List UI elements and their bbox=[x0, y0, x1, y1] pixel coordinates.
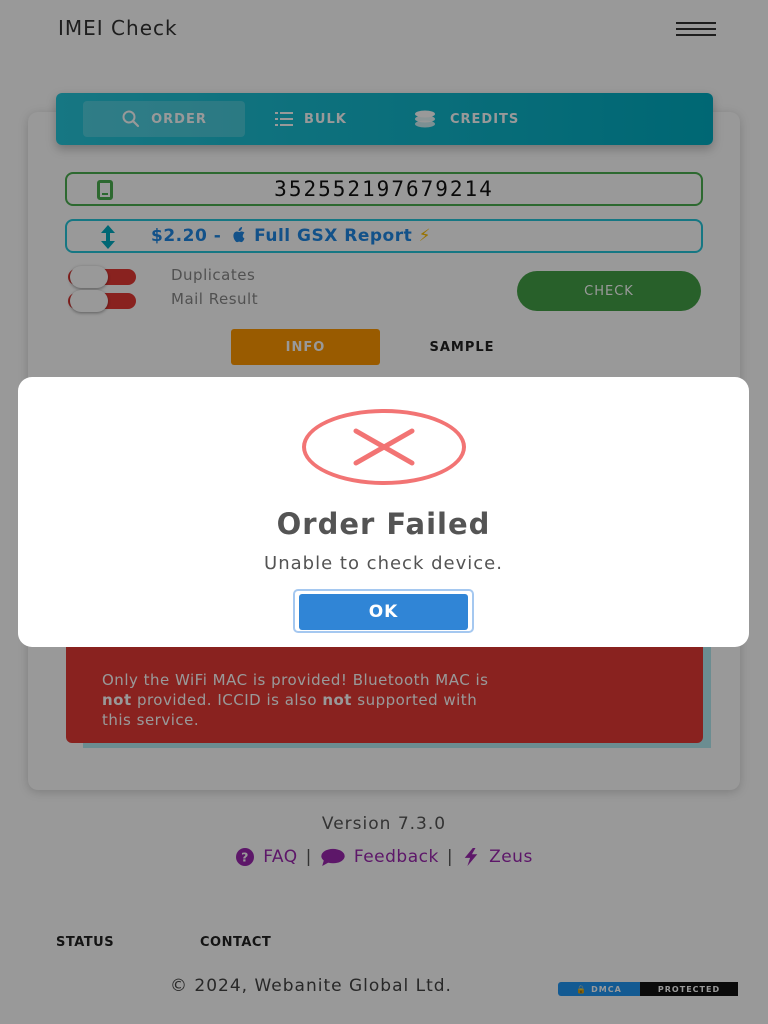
error-dialog: Order Failed Unable to check device. OK bbox=[18, 377, 749, 647]
error-x-icon bbox=[302, 409, 466, 485]
dialog-title: Order Failed bbox=[276, 507, 491, 541]
dialog-message: Unable to check device. bbox=[264, 553, 503, 574]
ok-focus-ring: OK bbox=[293, 589, 474, 633]
ok-button[interactable]: OK bbox=[299, 594, 468, 630]
